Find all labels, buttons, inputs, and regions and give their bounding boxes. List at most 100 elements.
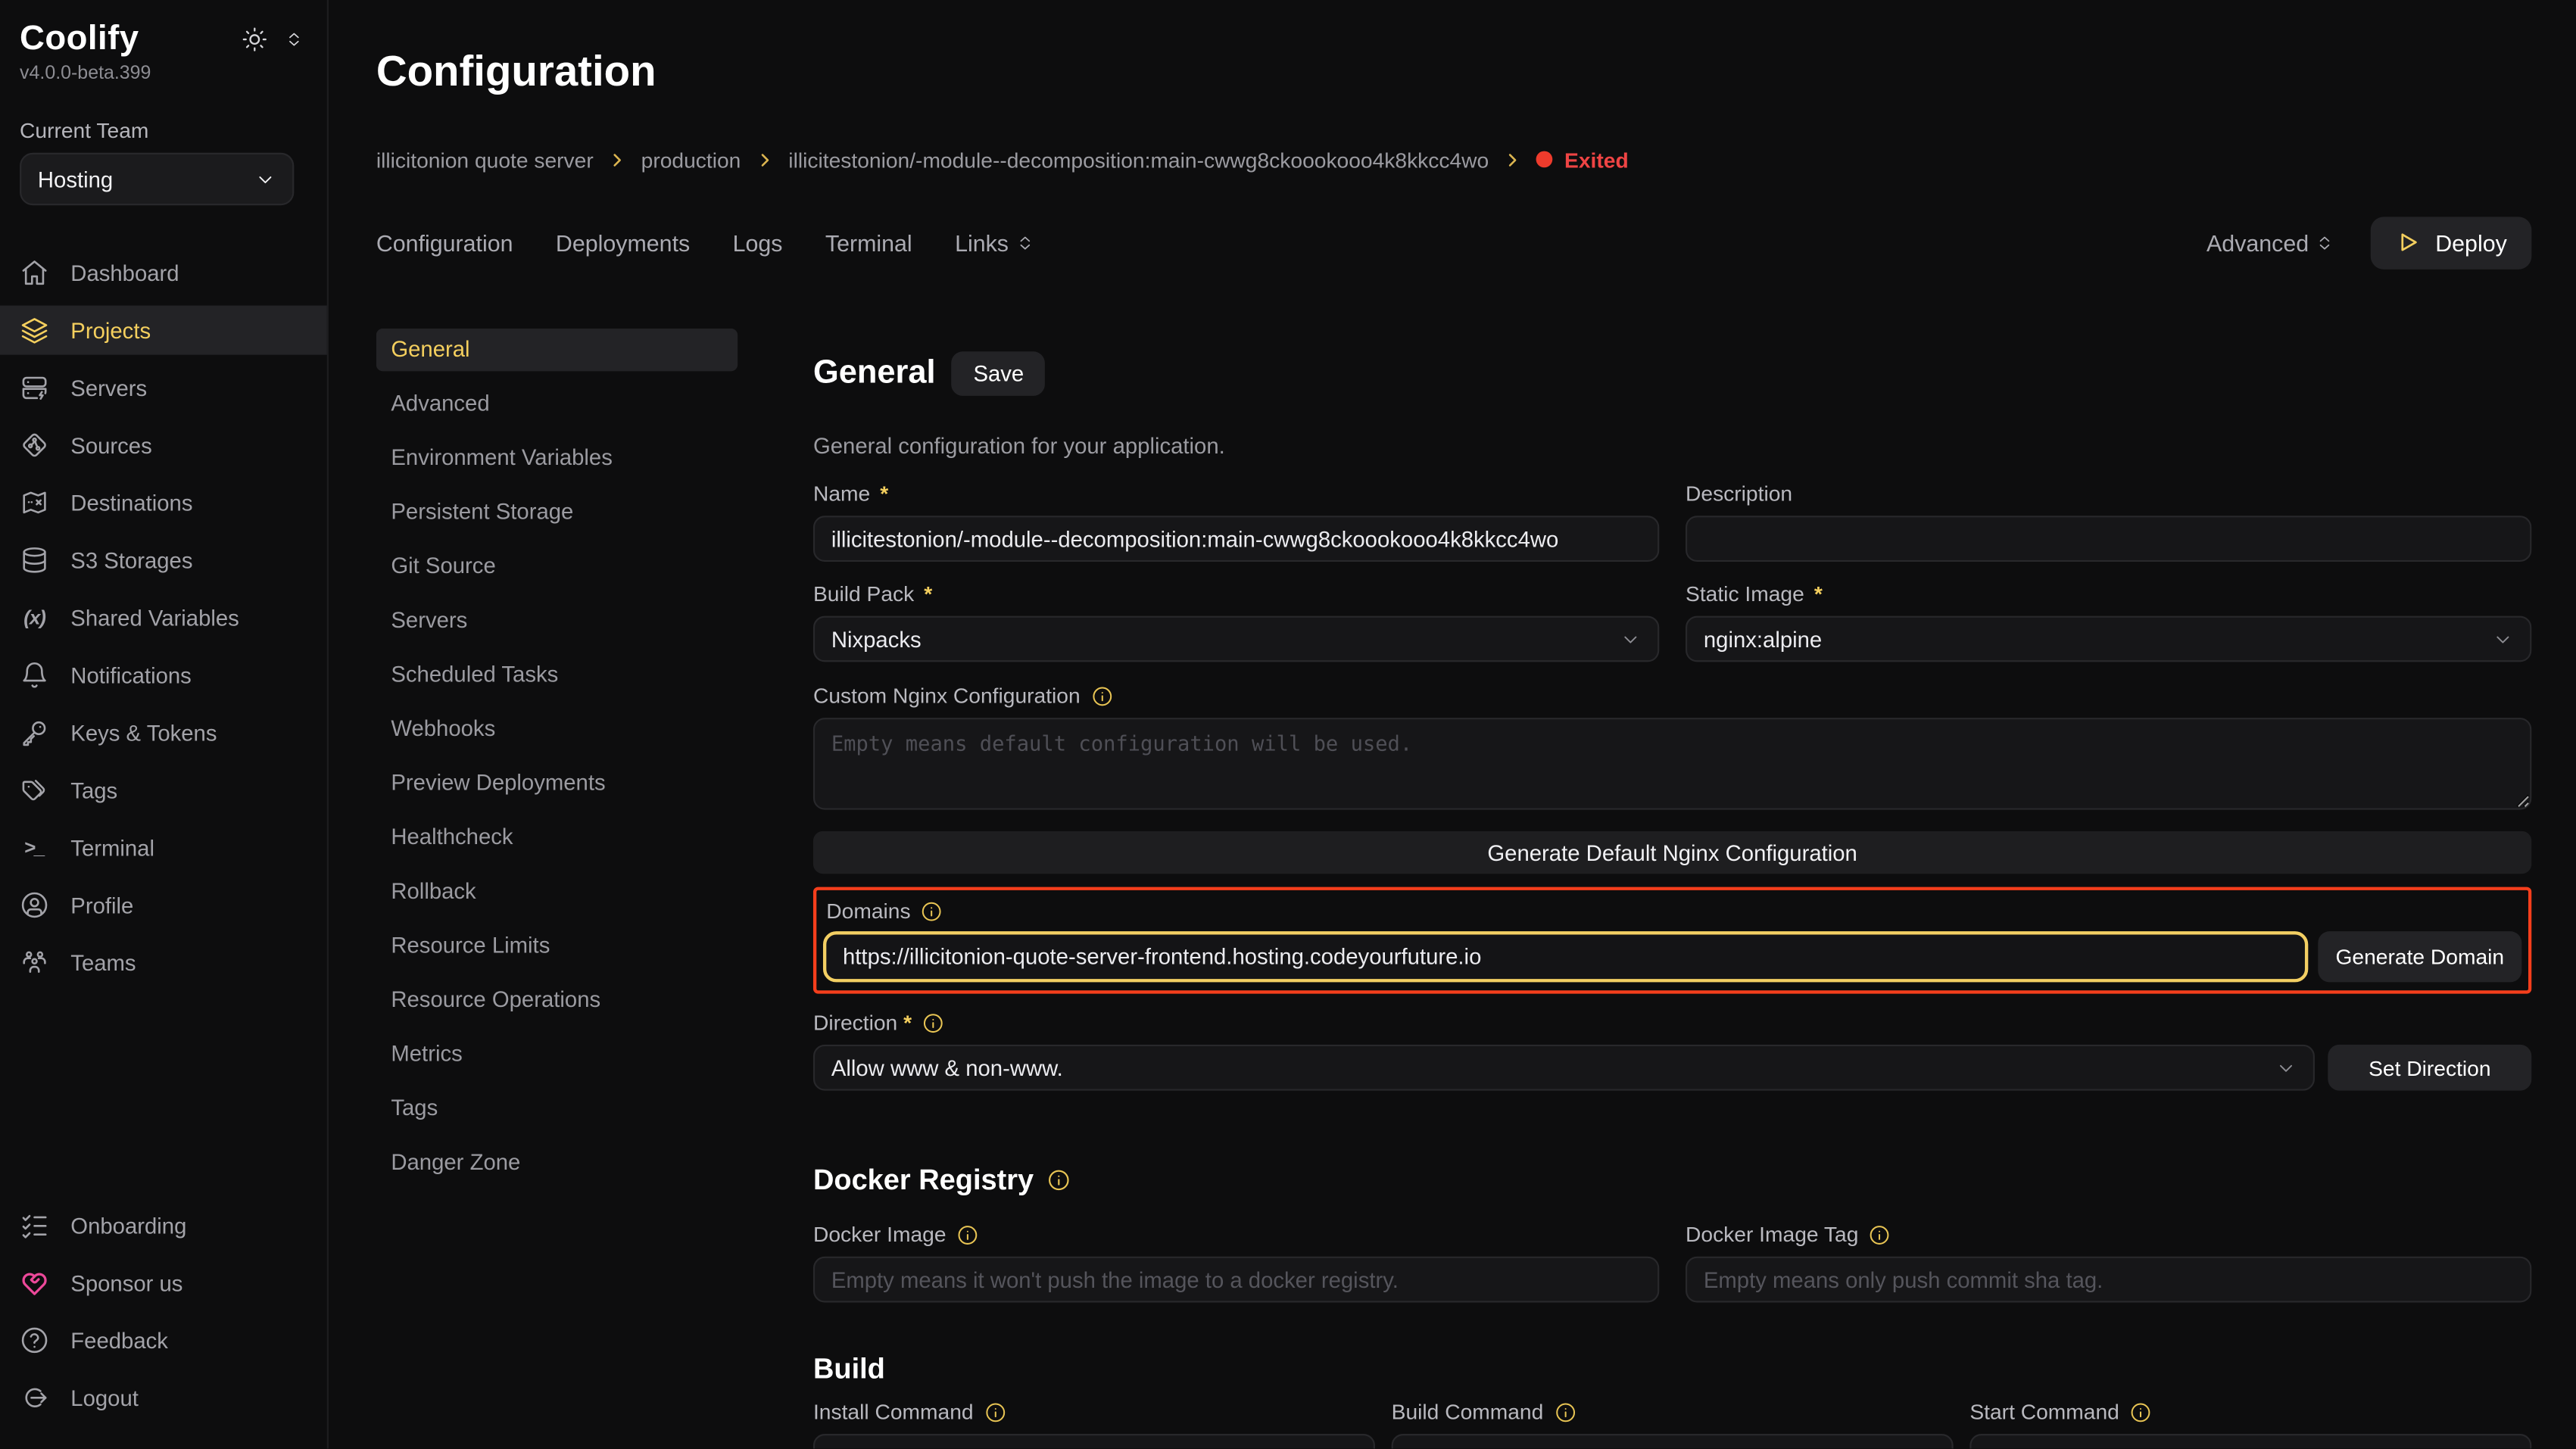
config-nav-metrics[interactable]: Metrics — [376, 1033, 738, 1075]
sidebar-footer: Onboarding Sponsor us Feedback Logout — [0, 1201, 327, 1423]
set-direction-button[interactable]: Set Direction — [2328, 1045, 2531, 1091]
breadcrumb-environment[interactable]: production — [641, 148, 741, 173]
config-nav-resource-limits[interactable]: Resource Limits — [376, 924, 738, 967]
info-icon — [1553, 1401, 1576, 1423]
play-icon — [2396, 230, 2421, 255]
sidebar-item-dashboard[interactable]: Dashboard — [0, 248, 327, 298]
domains-label: Domains — [826, 899, 910, 924]
info-icon — [1090, 684, 1113, 707]
team-select-value: Hosting — [38, 167, 113, 192]
install-command-input[interactable] — [813, 1434, 1375, 1449]
theme-toggle-sun-icon[interactable] — [242, 26, 268, 53]
sidebar-item-s3-storages[interactable]: S3 Storages — [0, 535, 327, 584]
sidebar-item-feedback[interactable]: Feedback — [0, 1316, 327, 1365]
sidebar-item-terminal[interactable]: >_ Terminal — [0, 823, 327, 872]
tab-deployments[interactable]: Deployments — [556, 229, 690, 256]
config-nav-preview-deployments[interactable]: Preview Deployments — [376, 762, 738, 804]
config-nav-general[interactable]: General — [376, 329, 738, 371]
config-nav-resource-operations[interactable]: Resource Operations — [376, 979, 738, 1021]
checklist-icon — [20, 1211, 49, 1240]
save-button[interactable]: Save — [952, 352, 1045, 397]
variable-icon: (x) — [20, 603, 49, 632]
start-command-input[interactable] — [1969, 1434, 2531, 1449]
config-nav-tags[interactable]: Tags — [376, 1087, 738, 1130]
database-icon — [20, 545, 49, 575]
sidebar-item-keys-tokens[interactable]: Keys & Tokens — [0, 708, 327, 757]
start-command-label: Start Command — [1969, 1399, 2119, 1424]
help-circle-icon — [20, 1326, 49, 1355]
sidebar-item-tags[interactable]: Tags — [0, 765, 327, 815]
sidebar-item-destinations[interactable]: Destinations — [0, 478, 327, 527]
build-pack-select[interactable]: Nixpacks — [813, 616, 1659, 662]
sidebar-collapse-chevrons-icon[interactable] — [284, 30, 304, 49]
chevron-down-icon — [2275, 1057, 2297, 1078]
install-command-label: Install Command — [813, 1399, 974, 1424]
docker-image-input[interactable] — [813, 1257, 1659, 1303]
sidebar-item-profile[interactable]: Profile — [0, 880, 327, 930]
build-pack-label: Build Pack — [813, 581, 1659, 606]
sidebar-item-onboarding[interactable]: Onboarding — [0, 1201, 327, 1250]
sidebar-nav: Dashboard Projects Servers Sources Desti… — [0, 248, 327, 987]
server-icon — [20, 372, 49, 402]
config-nav-git-source[interactable]: Git Source — [376, 545, 738, 587]
config-nav-rollback[interactable]: Rollback — [376, 870, 738, 912]
config-nav: General Advanced Environment Variables P… — [376, 329, 738, 1449]
config-nav-advanced[interactable]: Advanced — [376, 382, 738, 425]
config-nav-servers[interactable]: Servers — [376, 599, 738, 641]
description-input[interactable] — [1686, 516, 2531, 562]
domains-input[interactable] — [823, 931, 2308, 982]
sidebar-item-projects[interactable]: Projects — [0, 306, 327, 355]
sidebar-item-sponsor[interactable]: Sponsor us — [0, 1258, 327, 1307]
generate-nginx-button[interactable]: Generate Default Nginx Configuration — [813, 831, 2531, 874]
info-icon — [956, 1223, 979, 1245]
docker-image-tag-label: Docker Image Tag — [1686, 1222, 1858, 1247]
info-icon — [921, 899, 943, 922]
config-nav-danger-zone[interactable]: Danger Zone — [376, 1141, 738, 1183]
build-command-input[interactable] — [1392, 1434, 1954, 1449]
sidebar-item-teams[interactable]: Teams — [0, 938, 327, 987]
user-circle-icon — [20, 890, 49, 920]
generate-domain-button[interactable]: Generate Domain — [2318, 931, 2521, 982]
tab-configuration[interactable]: Configuration — [376, 229, 513, 256]
info-icon — [1868, 1223, 1891, 1245]
tag-icon — [20, 775, 49, 805]
static-image-label: Static Image — [1686, 581, 2531, 606]
advanced-menu[interactable]: Advanced — [2206, 229, 2335, 256]
config-nav-environment-variables[interactable]: Environment Variables — [376, 437, 738, 479]
breadcrumb-application[interactable]: illicitestonion/-module--decomposition:m… — [788, 148, 1489, 173]
static-image-select[interactable]: nginx:alpine — [1686, 616, 2531, 662]
sidebar-item-notifications[interactable]: Notifications — [0, 650, 327, 700]
git-icon — [20, 430, 49, 460]
sidebar-item-shared-variables[interactable]: (x) Shared Variables — [0, 593, 327, 642]
direction-select[interactable]: Allow www & non-www. — [813, 1045, 2315, 1091]
name-input[interactable] — [813, 516, 1659, 562]
status-text: Exited — [1564, 148, 1629, 173]
team-select[interactable]: Hosting — [20, 153, 294, 205]
sidebar-item-sources[interactable]: Sources — [0, 420, 327, 469]
config-nav-scheduled-tasks[interactable]: Scheduled Tasks — [376, 653, 738, 696]
docker-image-tag-input[interactable] — [1686, 1257, 2531, 1303]
app-logo: Coolify — [20, 20, 151, 59]
heart-icon — [20, 1268, 49, 1298]
config-nav-webhooks[interactable]: Webhooks — [376, 708, 738, 750]
build-command-label: Build Command — [1392, 1399, 1544, 1424]
breadcrumb-project[interactable]: illicitonion quote server — [376, 148, 594, 173]
tab-links[interactable]: Links — [955, 229, 1035, 256]
layers-icon — [20, 316, 49, 345]
chevron-right-icon — [756, 151, 774, 169]
deploy-button[interactable]: Deploy — [2372, 217, 2532, 269]
sidebar-item-servers[interactable]: Servers — [0, 363, 327, 412]
chevron-down-icon — [2492, 628, 2513, 650]
bell-icon — [20, 660, 49, 690]
tab-terminal[interactable]: Terminal — [825, 229, 912, 256]
docker-registry-heading: Docker Registry — [813, 1163, 1034, 1198]
status-badge: Exited — [1536, 148, 1629, 173]
current-team-label: Current Team — [20, 118, 307, 143]
sidebar-item-logout[interactable]: Logout — [0, 1373, 327, 1423]
nginx-config-textarea[interactable] — [813, 718, 2531, 809]
config-nav-persistent-storage[interactable]: Persistent Storage — [376, 491, 738, 533]
build-heading: Build — [813, 1352, 885, 1387]
chevron-right-icon — [1504, 151, 1522, 169]
config-nav-healthcheck[interactable]: Healthcheck — [376, 816, 738, 858]
tab-logs[interactable]: Logs — [733, 229, 783, 256]
